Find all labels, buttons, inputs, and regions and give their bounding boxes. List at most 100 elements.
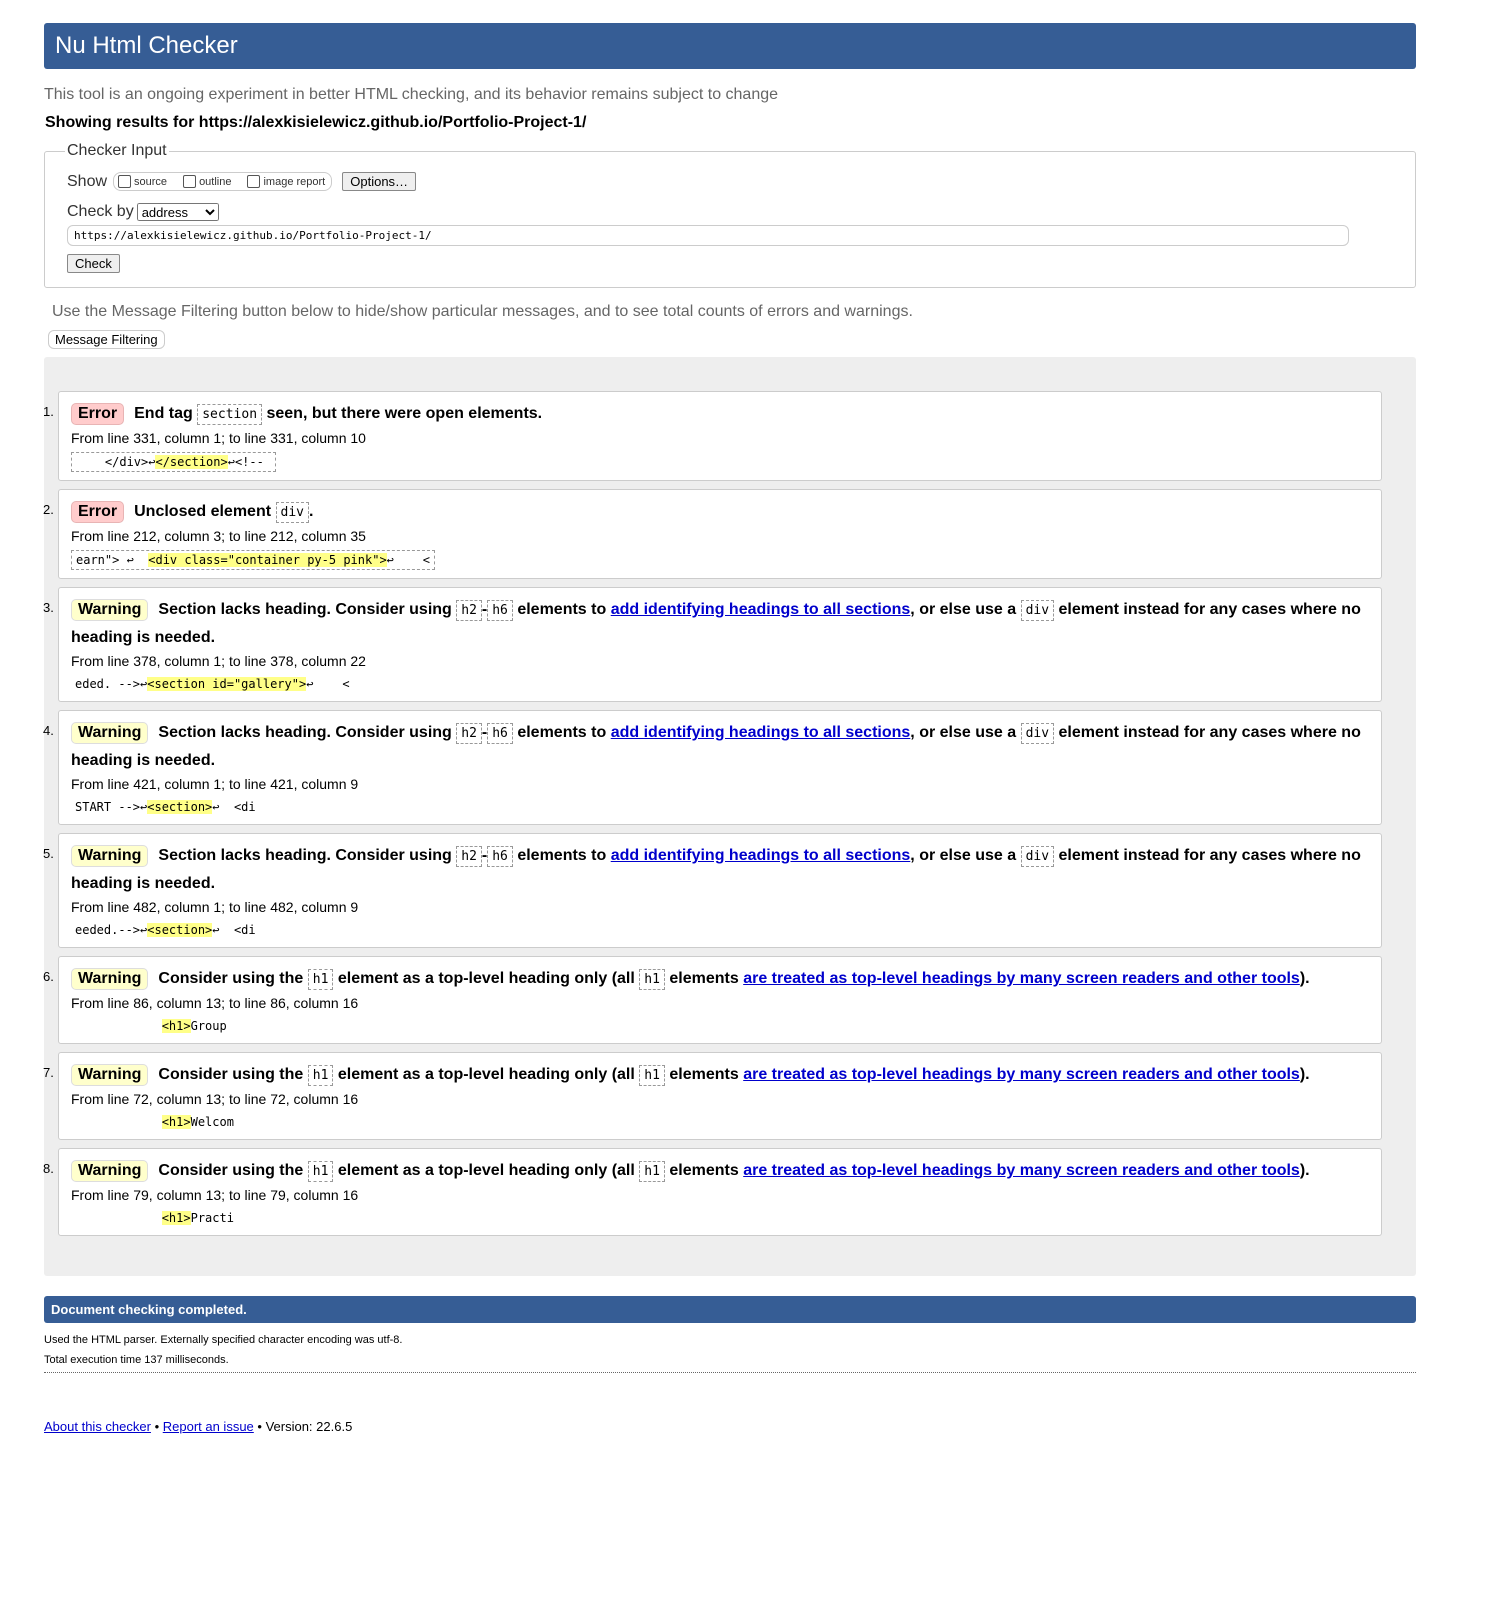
help-link[interactable]: are treated as top-level headings by man… <box>743 970 1300 987</box>
checkbox-label: image report <box>263 175 326 188</box>
checker-input: Checker Input Show source outline image … <box>44 142 1416 288</box>
message-number: 8. <box>43 1161 54 1176</box>
message-title: Warning Section lacks heading. Consider u… <box>71 842 1369 897</box>
divider <box>44 1372 1416 1373</box>
message-title: Warning Consider using the h1 element as … <box>71 1157 1369 1185</box>
checkbox[interactable] <box>118 175 132 188</box>
message-location: From line 212, column 3; to line 212, co… <box>71 528 366 544</box>
extract-highlight: </section> <box>155 455 228 469</box>
message-body: Error End tag section seen, but there wer… <box>71 400 1369 472</box>
code-term: h2 <box>456 723 482 744</box>
url-input[interactable] <box>67 225 1349 246</box>
check-by-label: Check by <box>67 203 134 220</box>
source-extract: START -->↩<section>↩ <di <box>71 798 260 816</box>
message-number: 7. <box>43 1065 54 1080</box>
message-location: From line 86, column 13; to line 86, col… <box>71 995 359 1011</box>
message-title: Error End tag section seen, but there wer… <box>71 400 1369 428</box>
show-options: source outline image report <box>113 172 333 191</box>
message-title: Warning Section lacks heading. Consider u… <box>71 596 1369 651</box>
about-link[interactable]: About this checker <box>44 1419 151 1434</box>
message-location: From line 378, column 1; to line 378, co… <box>71 653 366 669</box>
completed-banner: Document checking completed. <box>44 1296 1416 1323</box>
intro-text: This tool is an ongoing experiment in be… <box>44 86 779 103</box>
details: Used the HTML parser. Externally specifi… <box>44 1330 1416 1370</box>
message-text: elements <box>664 1066 744 1083</box>
extract-after: ↩ <di <box>212 923 256 937</box>
message-location: From line 72, column 13; to line 72, col… <box>71 1091 359 1107</box>
report-issue-link[interactable]: Report an issue <box>163 1419 254 1434</box>
show-source-checkbox[interactable]: source <box>118 175 167 188</box>
message-warning: 8. Warning Consider using the h1 element a… <box>43 1148 1382 1236</box>
code-term: h1 <box>639 969 665 990</box>
message-error: 1. Error End tag section seen, but there w… <box>43 391 1382 481</box>
check-button[interactable]: Check <box>67 254 120 273</box>
message-title: Warning Consider using the h1 element as … <box>71 1061 1369 1089</box>
show-outline-checkbox[interactable]: outline <box>183 175 231 188</box>
code-term: div <box>1020 600 1055 621</box>
message-warning: 3. Warning Section lacks heading. Consider… <box>43 587 1382 702</box>
help-link[interactable]: are treated as top-level headings by man… <box>743 1066 1300 1083</box>
code-term: div <box>1020 723 1055 744</box>
message-filtering-button[interactable]: Message Filtering <box>48 330 165 349</box>
message-text: Section lacks heading. Consider using <box>158 847 457 864</box>
message-text: Unclosed element <box>134 503 276 520</box>
extract-before <box>75 1211 162 1225</box>
source-extract: <h1>Group <box>71 1017 231 1035</box>
footer: About this checker • Report an issue • V… <box>44 1419 1416 1434</box>
help-link[interactable]: are treated as top-level headings by man… <box>743 1162 1300 1179</box>
code-term: h1 <box>307 969 334 990</box>
source-extract: earn"> ↩ <div class="container py-5 pink… <box>71 550 436 570</box>
message-number: 6. <box>43 969 54 984</box>
message-body: Warning Section lacks heading. Consider u… <box>71 842 1369 939</box>
code-term: h6 <box>487 723 513 744</box>
help-link[interactable]: add identifying headings to all sections <box>611 601 911 618</box>
message-number: 1. <box>43 404 54 419</box>
code-term: h1 <box>307 1065 334 1086</box>
code-term: h2 <box>456 600 482 621</box>
message-number: 3. <box>43 600 54 615</box>
source-extract: <h1>Welcom <box>71 1113 238 1131</box>
message-text: elements to <box>512 724 611 741</box>
message-location: From line 421, column 1; to line 421, co… <box>71 776 359 792</box>
options-button[interactable]: Options… <box>342 172 417 191</box>
check-by-select[interactable]: address <box>136 203 219 221</box>
message-warning: 5. Warning Section lacks heading. Consider… <box>43 833 1382 948</box>
results-list: 1. Error End tag section seen, but there w… <box>43 357 1416 1276</box>
message-text: Consider using the <box>158 1066 308 1083</box>
help-link[interactable]: add identifying headings to all sections <box>611 724 911 741</box>
message-warning: 7. Warning Consider using the h1 element a… <box>43 1052 1382 1140</box>
message-text: elements <box>664 970 744 987</box>
help-link[interactable]: add identifying headings to all sections <box>611 847 911 864</box>
source-extract: <h1>Practi <box>71 1209 238 1227</box>
message-text: element as a top-level heading only (all <box>333 1066 640 1083</box>
code-term: div <box>275 502 309 523</box>
error-badge: Error <box>71 501 125 523</box>
message-text: ). <box>1299 1162 1310 1179</box>
message-text: ). <box>1299 970 1310 987</box>
extract-highlight: <h1> <box>161 1211 191 1225</box>
message-number: 4. <box>43 723 54 738</box>
checkbox[interactable] <box>247 175 261 188</box>
message-text: , or else use a <box>910 724 1021 741</box>
show-image-report-checkbox[interactable]: image report <box>247 175 325 188</box>
extract-before: START -->↩ <box>75 800 148 814</box>
code-term: h1 <box>307 1161 334 1182</box>
extract-highlight: <h1> <box>161 1115 191 1129</box>
message-title: Warning Consider using the h1 element as … <box>71 965 1369 993</box>
page: Nu Html Checker This tool is an ongoing … <box>43 23 1416 1434</box>
message-text: End tag <box>134 405 198 422</box>
separator: • <box>150 1419 163 1434</box>
message-warning: 4. Warning Section lacks heading. Consider… <box>43 710 1382 825</box>
extract-after: Group <box>190 1019 227 1033</box>
message-text: element as a top-level heading only (all <box>333 1162 640 1179</box>
message-text: Consider using the <box>158 970 308 987</box>
extract-before: earn"> ↩ <box>76 553 149 567</box>
checkbox[interactable] <box>183 175 197 188</box>
execution-time: Total execution time 137 milliseconds. <box>44 1354 229 1366</box>
message-number: 5. <box>43 846 54 861</box>
message-number: 2. <box>43 502 54 517</box>
message-body: Warning Consider using the h1 element as … <box>71 1157 1369 1227</box>
message-body: Warning Consider using the h1 element as … <box>71 1061 1369 1131</box>
extract-highlight: <section id="gallery"> <box>147 677 307 691</box>
version: • Version: 22.6.5 <box>253 1419 353 1434</box>
